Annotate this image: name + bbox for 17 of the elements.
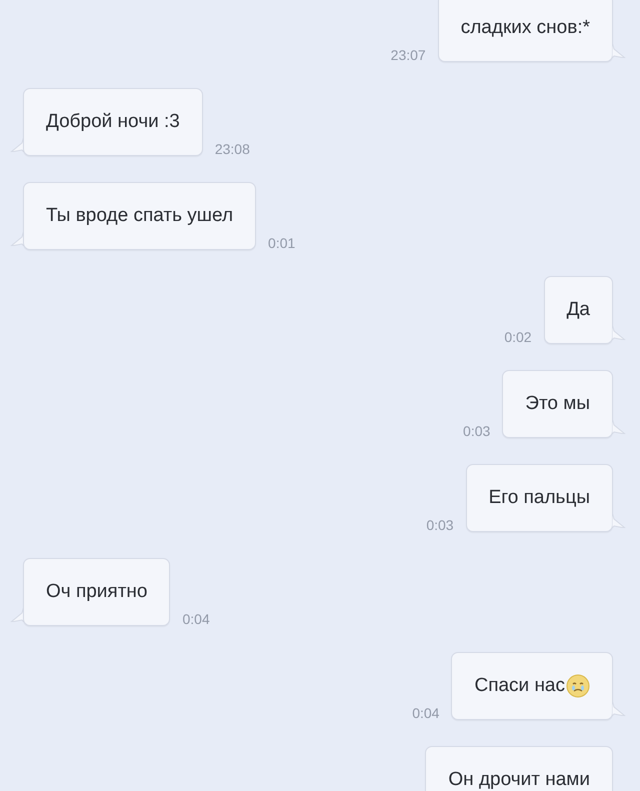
message-text: Доброй ночи :3 (46, 110, 180, 134)
message-text: сладких снов:* (460, 16, 590, 40)
message-time: 0:04 (412, 704, 440, 723)
message-time: 0:04 (182, 610, 210, 629)
message-time: 23:08 (214, 140, 250, 159)
message-time: 0:02 (504, 328, 532, 347)
message-text: Спаси нас (474, 674, 565, 698)
message-text: Он дрочит нами (448, 768, 590, 791)
message-text: Оч приятно (46, 580, 148, 604)
message-time: 0:01 (268, 234, 296, 253)
message-text: Ты вроде спать ушел (46, 204, 234, 228)
message-time: 0:03 (426, 516, 454, 535)
message-time: 0:03 (463, 422, 490, 441)
message-text: Это мы (525, 392, 590, 416)
message-time: 23:07 (390, 46, 426, 65)
message-text: Его пальцы (488, 486, 590, 510)
message-text: Да (566, 298, 590, 322)
